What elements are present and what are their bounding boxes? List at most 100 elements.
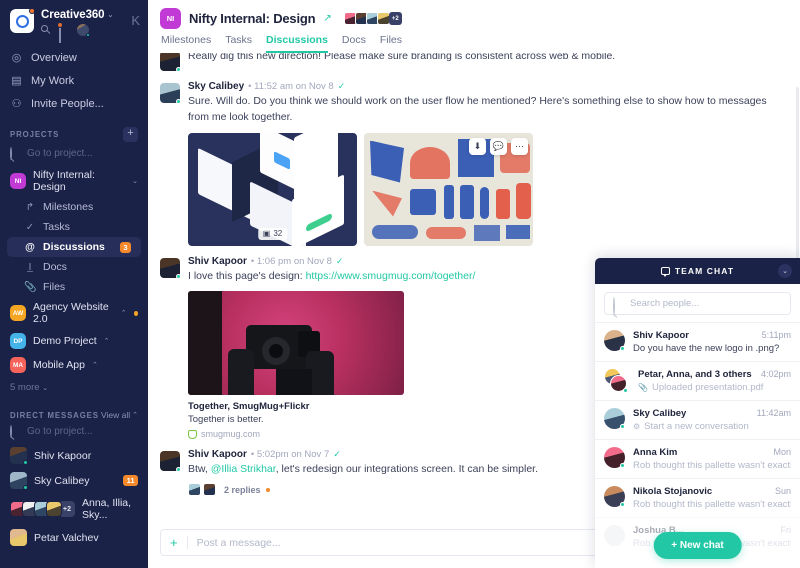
project-members[interactable]: +2	[343, 12, 402, 25]
collapse-sidebar-icon[interactable]: K	[131, 13, 140, 28]
search-icon[interactable]	[41, 24, 52, 36]
more-projects-label: 5 more	[10, 382, 40, 393]
conversation-preview: Uploaded presentation.pdf	[651, 382, 764, 393]
sidebar-project-mobile-app[interactable]: MA Mobile App ⌃	[0, 353, 148, 377]
conversation-name: Anna Kim	[633, 447, 678, 458]
search-box[interactable]	[604, 292, 791, 316]
sidebar-subitem-tasks[interactable]: ✓ Tasks	[0, 217, 148, 237]
team-chat-panel: TEAM CHAT ⌄ Shiv Kapoor 5:11pm	[595, 258, 800, 568]
project-label: Nifty Internal: Design	[33, 169, 95, 193]
dm-view-all-button[interactable]: View all ⌃	[101, 410, 138, 420]
message-timestamp: • 1:06 pm on Nov 8	[250, 255, 332, 267]
avatar	[10, 472, 28, 490]
sidebar-item-invite-people[interactable]: ⚇ Invite People...	[0, 92, 148, 115]
chevron-up-icon[interactable]: ⌃	[104, 337, 110, 345]
search-input[interactable]	[630, 298, 782, 309]
add-project-button[interactable]: +	[123, 127, 138, 142]
conversation-time: 4:02pm	[760, 369, 791, 379]
message-link[interactable]: https://www.smugmug.com/together/	[306, 270, 476, 282]
main-content: NI Nifty Internal: Design ↗ +2 Milestone…	[148, 0, 800, 568]
tab-files[interactable]: Files	[380, 34, 402, 53]
message-author: Shiv Kapoor	[188, 255, 247, 267]
more-icon[interactable]: ⋯	[511, 137, 528, 155]
chat-bubble-icon	[660, 267, 670, 277]
download-icon[interactable]: ⬇	[469, 137, 486, 155]
dm-search-row[interactable]: Go to project...	[0, 424, 148, 443]
chevron-down-icon[interactable]: ⌄	[778, 264, 792, 278]
dm-item-shiv-kapoor[interactable]: Shiv Kapoor	[0, 443, 148, 468]
sent-check-icon: ✓	[337, 81, 346, 91]
sidebar-project-demo-project[interactable]: DP Demo Project ⌃	[0, 329, 148, 353]
chevron-down-icon[interactable]: ⌄	[132, 177, 138, 185]
attachment-count-badge: ▣ 32	[257, 227, 288, 240]
dm-item-group-anna-illia-sky[interactable]: +2 Anna, Illia, Sky...	[0, 493, 148, 525]
avatar	[10, 529, 27, 546]
sidebar-project-nifty-internal-design[interactable]: NI Nifty Internal: Design ⌄	[0, 165, 148, 197]
project-search-row[interactable]: Go to project...	[0, 146, 148, 165]
new-conversation-icon: ⚙	[633, 422, 641, 431]
avatar	[203, 483, 216, 496]
conversation-preview: Start a new conversation	[644, 421, 749, 432]
primary-nav: ◎ Overview ▤ My Work ⚇ Invite People...	[0, 46, 148, 115]
list-item[interactable]: Petar, Anna, and 3 others 4:02pm 📎 Uploa…	[595, 361, 800, 400]
chevron-up-icon[interactable]: ⌃	[92, 361, 98, 369]
avatar	[604, 408, 625, 429]
user-avatar[interactable]	[77, 24, 90, 37]
comment-icon[interactable]: 💬	[490, 137, 507, 155]
sidebar-subitem-files[interactable]: 📎 Files	[0, 277, 148, 297]
message-item: Sky Calibey • 11:52 am on Nov 8 ✓ Sure. …	[160, 81, 788, 246]
sidebar-item-label: Overview	[31, 51, 77, 64]
images-icon: ▣	[262, 229, 271, 238]
members-extra-count: +2	[388, 12, 402, 25]
avatar	[376, 12, 390, 25]
sidebar-subitem-discussions[interactable]: @ Discussions 3	[7, 237, 141, 257]
message-attachments: ▣ 32 ⬇ 💬 ⋯	[188, 132, 788, 246]
avatar	[604, 447, 625, 468]
user-mention[interactable]: @Illia Strikhar	[211, 463, 276, 475]
link-preview-image	[188, 291, 404, 396]
workspace-name-row[interactable]: Creative360 ⌄	[41, 9, 138, 21]
sidebar-item-overview[interactable]: ◎ Overview	[0, 46, 148, 69]
workspace-header[interactable]: Creative360 ⌄	[0, 0, 148, 43]
chevron-down-icon[interactable]: ⌄	[107, 11, 113, 19]
new-chat-button[interactable]: + New chat	[653, 532, 742, 559]
sidebar-subitem-label: Files	[43, 281, 66, 293]
avatar	[604, 330, 625, 351]
list-item[interactable]: Nikola Stojanovic Sun Rob thought this p…	[595, 478, 800, 517]
list-item[interactable]: Anna Kim Mon Rob thought this pallette w…	[595, 439, 800, 478]
sidebar-project-agency-website[interactable]: AW Agency Website 2.0 ⌃	[0, 297, 148, 329]
attachment-illustration-poster[interactable]: ⬇ 💬 ⋯	[364, 132, 533, 246]
replies-count-label: 2 replies	[224, 484, 261, 495]
dm-item-sky-calibey[interactable]: Sky Calibey 11	[0, 468, 148, 493]
tab-discussions[interactable]: Discussions	[266, 34, 328, 53]
conversation-name: Nikola Stojanovic	[633, 486, 713, 497]
tab-milestones[interactable]: Milestones	[161, 34, 211, 53]
group-avatars: +2	[10, 501, 75, 517]
conversation-time: Sun	[774, 486, 791, 496]
bell-icon[interactable]	[57, 21, 70, 43]
tab-docs[interactable]: Docs	[342, 34, 366, 53]
dm-item-petar-valchev[interactable]: Petar Valchev	[0, 525, 148, 550]
link-preview-card[interactable]: Together, SmugMug+Flickr Together is bet…	[188, 291, 404, 439]
conversation-body: Nikola Stojanovic Sun Rob thought this p…	[633, 486, 791, 510]
sidebar-item-my-work[interactable]: ▤ My Work	[0, 69, 148, 92]
team-chat-header[interactable]: TEAM CHAT ⌄	[595, 258, 800, 284]
dm-search-placeholder: Go to project...	[27, 426, 93, 437]
share-link-icon[interactable]: ↗	[323, 13, 331, 24]
list-item[interactable]: Sky Calibey 11:42am ⚙ Start a new conver…	[595, 400, 800, 439]
message-header: Sky Calibey • 11:52 am on Nov 8 ✓	[188, 81, 788, 92]
conversation-preview-row: 📎 Uploaded presentation.pdf	[638, 382, 791, 393]
sidebar-subitem-docs[interactable]: I̲ Docs	[0, 257, 148, 277]
show-more-projects-button[interactable]: 5 more ⌄	[0, 377, 148, 398]
tab-tasks[interactable]: Tasks	[225, 34, 252, 53]
conversation-body: Shiv Kapoor 5:11pm Do you have the new l…	[633, 330, 791, 354]
attachment-isometric-ui-mockup[interactable]: ▣ 32	[188, 132, 357, 246]
chevron-up-icon[interactable]: ⌃	[121, 309, 127, 317]
add-attachment-icon[interactable]: +	[170, 536, 188, 549]
sidebar-subitem-milestones[interactable]: ↱ Milestones	[0, 197, 148, 217]
dm-section-title: DIRECT MESSAGES	[10, 410, 99, 420]
message-body: Sky Calibey • 11:52 am on Nov 8 ✓ Sure. …	[188, 81, 788, 246]
search-icon	[10, 425, 21, 438]
message-text-suffix: , let's redesign our integrations screen…	[275, 463, 539, 476]
list-item[interactable]: Shiv Kapoor 5:11pm Do you have the new l…	[595, 322, 800, 361]
